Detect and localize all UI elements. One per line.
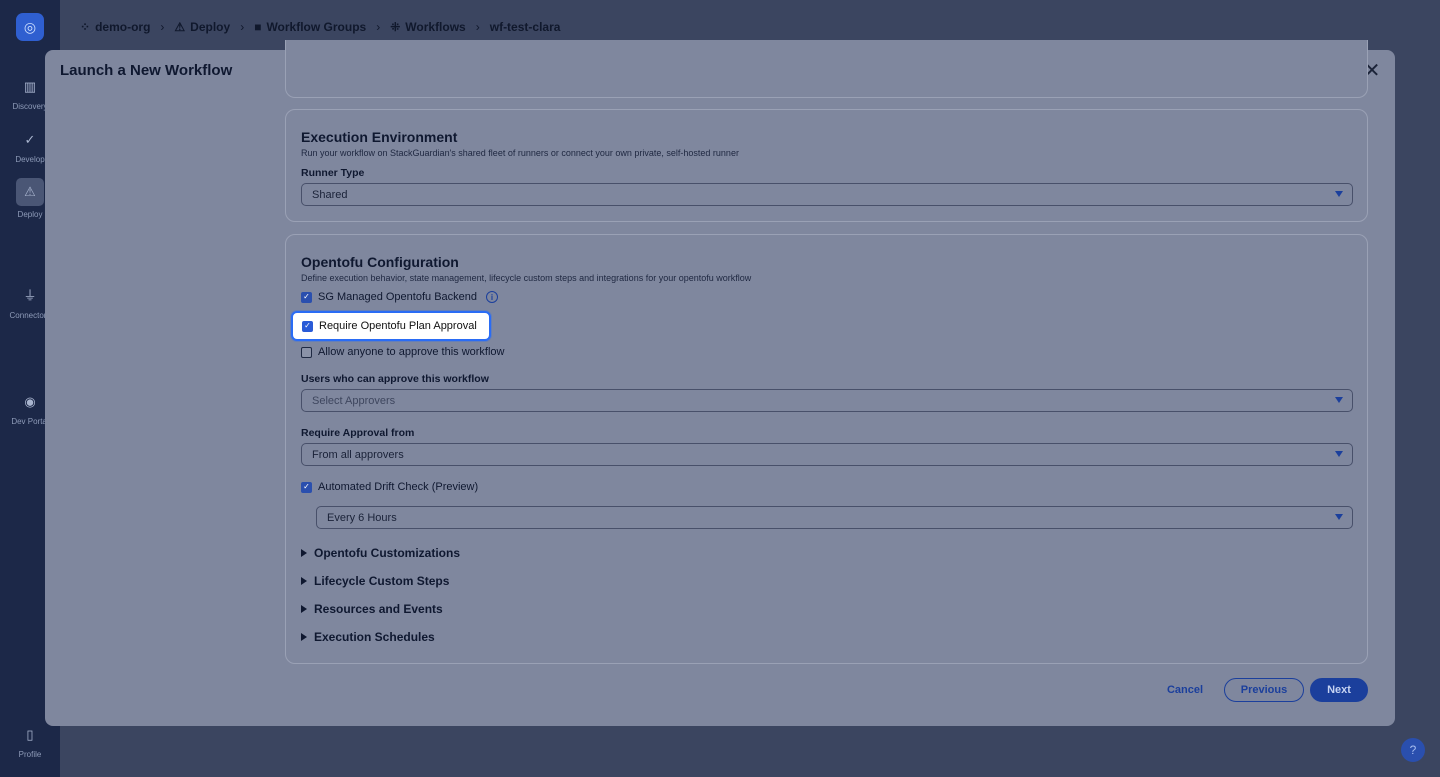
sidebar-item-profile[interactable]: ▯ Profile: [0, 724, 60, 759]
drift-check-checkbox[interactable]: ✓ Automated Drift Check (Preview): [301, 481, 478, 493]
execution-environment-title: Execution Environment: [301, 129, 458, 145]
approval-from-select[interactable]: From all approvers: [301, 443, 1353, 466]
require-plan-approval-checkbox[interactable]: ✓ Require Opentofu Plan Approval: [291, 311, 491, 341]
breadcrumb-workflows[interactable]: ⁜ Workflows: [390, 20, 466, 34]
approval-from-label: Require Approval from: [301, 427, 415, 439]
checkbox-unchecked-icon[interactable]: [301, 346, 312, 358]
help-icon[interactable]: ?: [1401, 738, 1425, 762]
runner-type-label: Runner Type: [301, 167, 365, 179]
allow-anyone-approve-checkbox[interactable]: Allow anyone to approve this workflow: [301, 346, 504, 358]
grid-icon: ⁜: [390, 20, 401, 34]
caret-down-icon: [1335, 397, 1343, 403]
chevron-right-icon: ›: [376, 20, 381, 34]
section-lifecycle-custom-steps[interactable]: Lifecycle Custom Steps: [301, 574, 449, 588]
caret-down-icon: [1335, 451, 1343, 457]
code-icon: ✓: [24, 132, 36, 147]
approvers-label: Users who can approve this workflow: [301, 373, 489, 385]
caret-right-icon: [301, 549, 307, 557]
opentofu-configuration-title: Opentofu Configuration: [301, 254, 459, 270]
section-execution-schedules[interactable]: Execution Schedules: [301, 630, 435, 644]
org-icon: ⁘: [80, 20, 91, 34]
stackguardian-logo[interactable]: ◎: [16, 13, 44, 41]
caret-down-icon: [1335, 191, 1343, 197]
caret-right-icon: [301, 577, 307, 585]
breadcrumb-workflow-groups[interactable]: ■ Workflow Groups: [254, 20, 366, 34]
section-opentofu-customizations[interactable]: Opentofu Customizations: [301, 546, 460, 560]
opentofu-configuration-card: Opentofu Configuration Define execution …: [285, 234, 1368, 664]
globe-icon: ◉: [24, 394, 36, 409]
folder-icon: ■: [254, 20, 262, 34]
checkbox-checked-icon[interactable]: ✓: [301, 291, 312, 303]
runner-type-select[interactable]: Shared: [301, 183, 1353, 206]
chevron-right-icon: ›: [475, 20, 480, 34]
caret-right-icon: [301, 633, 307, 641]
previous-button[interactable]: Previous: [1224, 678, 1304, 702]
cancel-button[interactable]: Cancel: [1155, 678, 1215, 702]
caret-right-icon: [301, 605, 307, 613]
breadcrumb: ⁘ demo-org › ⚠ Deploy › ■ Workflow Groups ›…: [80, 20, 560, 34]
section-resources-and-events[interactable]: Resources and Events: [301, 602, 443, 616]
checkbox-checked-icon[interactable]: ✓: [302, 320, 313, 332]
deploy-icon: ⚠: [174, 20, 186, 34]
opentofu-configuration-description: Define execution behavior, state managem…: [301, 273, 752, 283]
profile-icon: ▯: [26, 727, 34, 742]
chevron-right-icon: ›: [160, 20, 165, 34]
drift-interval-select[interactable]: Every 6 Hours: [316, 506, 1353, 529]
launch-workflow-modal: Launch a New Workflow ✕ Execution Enviro…: [45, 40, 1395, 726]
deploy-icon: ⚠: [16, 178, 44, 206]
breadcrumb-org[interactable]: ⁘ demo-org: [80, 20, 150, 34]
next-button[interactable]: Next: [1310, 678, 1368, 702]
previous-section-card: [285, 40, 1368, 98]
approvers-select[interactable]: Select Approvers: [301, 389, 1353, 412]
execution-environment-card: Execution Environment Run your workflow …: [285, 109, 1368, 222]
sg-managed-backend-checkbox[interactable]: ✓ SG Managed Opentofu Backend i: [301, 291, 498, 303]
plug-icon: ⏚: [23, 288, 37, 303]
info-icon[interactable]: i: [486, 291, 498, 303]
caret-down-icon: [1335, 514, 1343, 520]
breadcrumb-current-workflow[interactable]: wf-test-clara: [490, 20, 561, 34]
bar-chart-icon: ▥: [23, 79, 37, 94]
breadcrumb-deploy[interactable]: ⚠ Deploy: [174, 20, 230, 34]
execution-environment-description: Run your workflow on StackGuardian's sha…: [301, 148, 739, 158]
checkbox-checked-icon[interactable]: ✓: [301, 481, 312, 493]
modal-title: Launch a New Workflow: [60, 62, 233, 79]
chevron-right-icon: ›: [240, 20, 245, 34]
